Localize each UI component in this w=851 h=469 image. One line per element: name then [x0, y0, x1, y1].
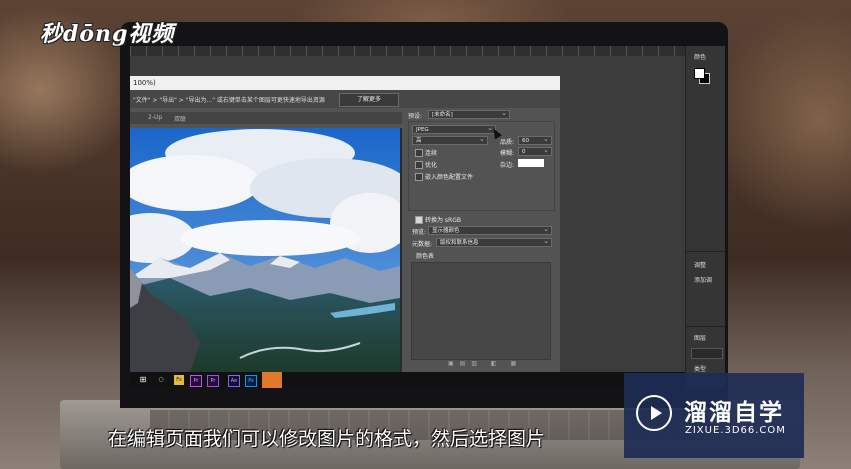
after-effects-icon[interactable]: Ae [228, 375, 240, 387]
format-dropdown[interactable]: JPEG [412, 125, 496, 134]
panel-divider [686, 326, 725, 327]
premiere-icon[interactable]: Pr [190, 375, 202, 387]
preview-tabs: 2-Up 双联 [130, 112, 402, 124]
optimized-label: 优化 [425, 162, 438, 169]
matte-label: 杂边: [500, 162, 515, 169]
windows-taskbar: ⊞ ○ Fs Pr Pr Ae Ps [130, 372, 685, 388]
photoshop-right-panels: 颜色 调整 添加调 图层 类型 [685, 46, 725, 388]
quality-input[interactable]: 60 [518, 136, 552, 145]
convert-srgb-label: 转换为 sRGB [425, 217, 461, 224]
preset-label: 预设: [408, 113, 423, 120]
export-tip-text: "文件" > "导出" > "导出为..." 或右键单击某个图层可更快速地导出资… [133, 97, 325, 104]
color-table-tools-icon[interactable]: ▣▤▥ ◧ ▦ [448, 360, 522, 367]
photoshop-icon[interactable]: Ps [245, 375, 257, 387]
photoshop-ruler [130, 46, 685, 56]
preset-dropdown[interactable]: [未命名] [428, 110, 510, 119]
convert-srgb-checkbox[interactable] [415, 216, 423, 224]
color-panel-title[interactable]: 颜色 [694, 52, 706, 61]
embed-icc-label: 嵌入颜色配置文件 [425, 174, 474, 181]
color-table-label: 颜色表 [416, 253, 435, 260]
file-explorer-icon[interactable]: Fs [174, 375, 184, 385]
cortana-icon[interactable]: ○ [156, 375, 166, 385]
preview-label: 预览: [412, 229, 427, 236]
color-table[interactable] [411, 262, 551, 360]
panel-divider [686, 251, 725, 252]
preview-color-dropdown[interactable]: 显示器颜色 [428, 226, 552, 235]
mountain-landscape-photo [130, 128, 400, 373]
layers-panel-title[interactable]: 图层 [694, 333, 706, 342]
export-settings-panel: 预设: [未命名] JPEG 高 品质: 60 连续 模糊: 0 优化 杂边: … [408, 110, 556, 388]
save-for-web-dialog: 100%) "文件" > "导出" > "导出为..." 或右键单击某个图层可更… [130, 76, 560, 388]
brand-url: ZIXUE.3D66.COM [685, 425, 786, 436]
quality-preset-dropdown[interactable]: 高 [412, 136, 488, 145]
brand-watermark: 溜溜自学 ZIXUE.3D66.COM [624, 373, 804, 458]
blur-label: 模糊: [500, 150, 515, 157]
brand-name: 溜溜自学 [684, 400, 784, 426]
laptop-screen: 颜色 调整 添加调 图层 类型 100%) "文件" > "导出" > "导出为… [130, 46, 725, 388]
premiere-rush-icon[interactable]: Pr [207, 375, 219, 387]
learn-more-button[interactable]: 了解更多 [339, 93, 399, 107]
tab-2up[interactable]: 2-Up [148, 114, 162, 121]
windows-start-icon[interactable]: ⊞ [138, 375, 148, 385]
tab-4up[interactable]: 双联 [174, 114, 186, 123]
blur-input[interactable]: 0 [518, 147, 552, 156]
quality-label: 品质: [500, 139, 515, 146]
dialog-title-bar: 100%) [130, 76, 560, 90]
play-logo-icon [636, 395, 672, 431]
adjustments-panel-title[interactable]: 调整 [694, 260, 706, 269]
active-app-icon[interactable] [262, 372, 282, 388]
metadata-dropdown[interactable]: 版权和联系信息 [436, 238, 552, 247]
watermark-logo: 秒dōng视频 [40, 21, 175, 47]
video-subtitle: 在编辑页面我们可以修改图片的格式，然后选择图片 [108, 428, 546, 450]
add-adjustment-label: 添加调 [694, 277, 713, 284]
layer-search-box[interactable] [691, 348, 723, 359]
matte-color-swatch[interactable] [518, 159, 544, 167]
foreground-color-swatch[interactable] [694, 68, 705, 79]
metadata-label: 元数据: [412, 241, 433, 248]
embed-icc-checkbox[interactable] [415, 173, 423, 181]
progressive-label: 连续 [425, 150, 438, 157]
dialog-tip-bar: "文件" > "导出" > "导出为..." 或右键单击某个图层可更快速地导出资… [130, 90, 560, 108]
progressive-checkbox[interactable] [415, 149, 423, 157]
optimized-checkbox[interactable] [415, 161, 423, 169]
image-preview-area[interactable] [130, 128, 402, 388]
layer-kind-label: 类型 [694, 366, 707, 373]
